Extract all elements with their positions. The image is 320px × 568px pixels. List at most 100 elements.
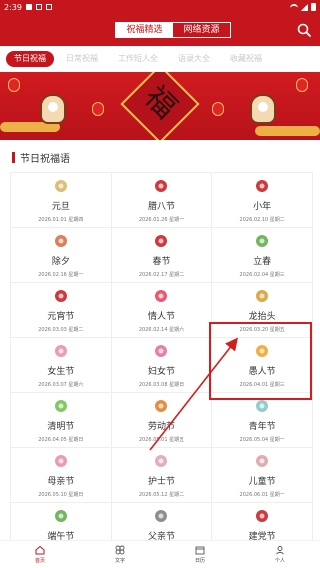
notification-icon (45, 4, 52, 10)
festival-item[interactable]: 建党节 (212, 503, 313, 540)
lantern-icon (212, 102, 224, 116)
festival-name: 小年 (253, 202, 272, 212)
festival-date: 2026.02.14 星期六 (138, 327, 185, 333)
home-icon (35, 545, 45, 555)
festival-item[interactable]: 青年节 2026.05.04 星期一 (212, 393, 313, 448)
festival-date: 2026.04.01 星期三 (239, 382, 285, 388)
new-year-banner[interactable]: 福 (0, 72, 320, 140)
festival-item[interactable]: 母亲节 2026.05.10 星期日 (11, 448, 112, 503)
festival-item[interactable]: 女生节 2026.03.07 星期六 (11, 338, 112, 393)
bottom-navigation: 首页 文字 日历 个人 (0, 540, 320, 568)
search-icon[interactable] (296, 22, 312, 38)
tab-blessing-selection[interactable]: 祝福精选 (116, 23, 173, 37)
festival-item[interactable]: 儿童节 2026.06.01 星期一 (212, 448, 313, 503)
nav-calendar[interactable]: 日历 (160, 541, 240, 568)
festival-name: 青年节 (248, 422, 276, 432)
firecracker-icon (54, 235, 67, 247)
lantern-icon (92, 102, 104, 116)
category-tab-daily[interactable]: 日常祝福 (58, 51, 106, 67)
festival-item[interactable]: 护士节 2026.05.12 星期二 (111, 448, 213, 503)
festival-item[interactable]: 劳动节 2026.05.01 星期五 (111, 393, 213, 448)
category-tab-favorites[interactable]: 收藏祝福 (222, 51, 270, 67)
lantern-icon (296, 78, 308, 92)
notification-icon (35, 4, 42, 10)
festival-item[interactable]: 龙抬头 2026.03.20 星期五 (212, 283, 313, 338)
sprout-icon (256, 235, 269, 247)
festival-date: 2026.03.03 星期二 (38, 327, 84, 333)
festival-item[interactable]: 腊八节 2026.01.26 星期一 (111, 173, 213, 228)
festival-name: 女生节 (47, 367, 75, 377)
dragon-head-icon (256, 290, 269, 302)
notification-icon (25, 4, 32, 10)
zongzi-icon (54, 510, 67, 522)
flower-icon (54, 345, 67, 357)
category-tab-work[interactable]: 工作短人全 (110, 51, 166, 67)
festival-name: 护士节 (147, 477, 175, 487)
festival-item[interactable]: 元宵节 2026.03.03 星期二 (11, 283, 112, 338)
cloud-decoration (255, 126, 320, 136)
tab-network-resources[interactable]: 网络资源 (173, 23, 230, 37)
lantern-icon (54, 290, 67, 302)
section-header: 节日祝福语 (12, 150, 70, 165)
festival-item[interactable]: 除夕 2026.02.16 星期一 (11, 228, 112, 283)
party-icon (256, 510, 269, 522)
festival-item[interactable]: 愚人节 2026.04.01 星期三 (212, 338, 313, 393)
festival-item[interactable]: 情人节 2026.02.14 星期六 (111, 283, 213, 338)
heart-arrow-icon (155, 290, 168, 302)
festival-name: 母亲节 (47, 477, 75, 487)
festival-date: 2026.03.08 星期日 (138, 382, 185, 388)
festival-date: 2026.03.20 星期五 (239, 327, 285, 333)
festival-date: 2026.04.05 星期日 (38, 437, 84, 443)
festival-item[interactable]: 清明节 2026.04.05 星期日 (11, 393, 112, 448)
festival-item[interactable]: 端午节 (11, 503, 112, 540)
festival-date: 2026.05.04 星期一 (239, 437, 285, 443)
category-tab-quotes[interactable]: 语录大全 (170, 51, 218, 67)
festival-name: 父亲节 (147, 532, 175, 540)
festival-item[interactable]: 元旦 2026.01.01 星期四 (11, 173, 112, 228)
festival-name: 儿童节 (248, 477, 276, 487)
festival-name: 元旦 (51, 202, 70, 212)
festival-item[interactable]: 小年 2026.02.10 星期二 (212, 173, 313, 228)
ox-mascot-icon (250, 94, 276, 124)
wifi-icon (290, 4, 298, 10)
worker-icon (155, 400, 168, 412)
app-header: 祝福精选 网络资源 (0, 14, 320, 46)
festival-date: 2026.02.10 星期二 (239, 217, 285, 223)
festival-name: 春节 (152, 257, 171, 267)
father-icon (155, 510, 168, 522)
nurse-icon (155, 455, 168, 467)
category-tab-festival[interactable]: 节日祝福 (6, 51, 54, 67)
festival-item[interactable]: 妇女节 2026.03.08 星期日 (111, 338, 213, 393)
festival-name: 龙抬头 (248, 312, 276, 322)
festival-date: 2026.05.12 星期二 (138, 492, 185, 498)
festival-name: 端午节 (47, 532, 75, 540)
nav-home-label: 首页 (34, 558, 45, 564)
festival-date: 2026.01.01 星期四 (38, 217, 84, 223)
category-tabs: 节日祝福 日常祝福 工作短人全 语录大全 收藏祝福 (0, 46, 320, 72)
festival-name: 妇女节 (147, 367, 175, 377)
nav-text[interactable]: 文字 (80, 541, 160, 568)
calendar-icon (195, 546, 205, 555)
app-screen: 2:39 祝福精选 网络资源 节日祝福 日常祝福 工作短人全 语录大全 收藏祝福 (0, 0, 320, 568)
ox-mascot-icon (40, 94, 66, 124)
porridge-bowl-icon (155, 180, 168, 192)
calendar-year-icon (256, 180, 269, 192)
header-segmented-control: 祝福精选 网络资源 (115, 22, 231, 38)
signal-icon (301, 3, 308, 11)
nav-home[interactable]: 首页 (0, 541, 80, 568)
nav-calendar-label: 日历 (194, 558, 205, 564)
status-time: 2:39 (4, 2, 22, 12)
section-accent-bar (12, 151, 15, 163)
calendar-one-icon (54, 180, 67, 192)
festival-date: 2026.03.07 星期六 (38, 382, 84, 388)
festival-date: 2026.05.01 星期五 (138, 437, 185, 443)
festival-item[interactable]: 春节 2026.02.17 星期二 (111, 228, 213, 283)
festival-item[interactable]: 立春 2026.02.04 星期三 (212, 228, 313, 283)
festival-item[interactable]: 父亲节 (111, 503, 213, 540)
festival-date: 2026.05.10 星期日 (38, 492, 84, 498)
festival-name: 立春 (253, 257, 272, 267)
festival-date: 2026.01.26 星期一 (138, 217, 185, 223)
festival-grid: 元旦 2026.01.01 星期四 腊八节 2026.01.26 星期一 小年 2026.… (10, 172, 313, 540)
battery-icon (311, 3, 316, 11)
nav-user[interactable]: 个人 (240, 541, 320, 568)
